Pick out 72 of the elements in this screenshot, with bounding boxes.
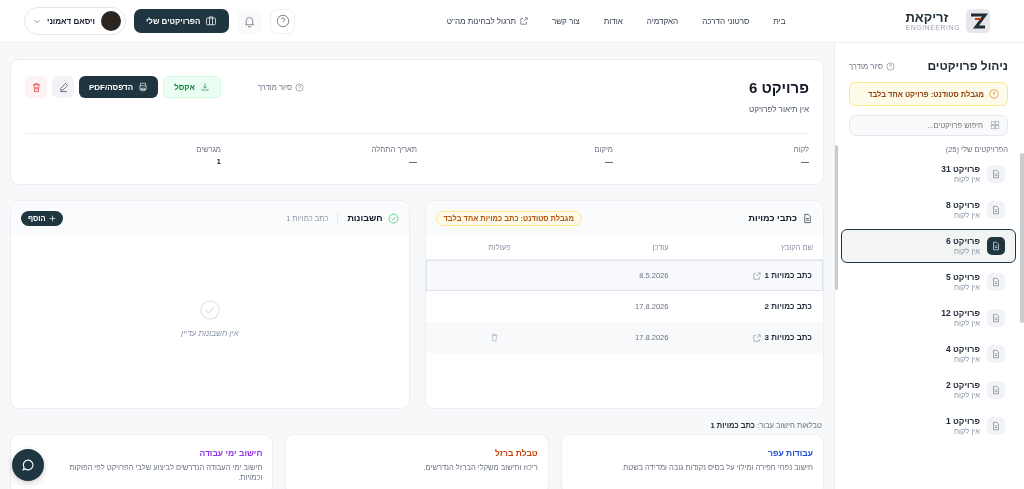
file-name[interactable]: כתב כמויות 1 [764,271,812,280]
user-menu[interactable]: ויסאם דאמוני [24,7,126,35]
check-circle-icon [387,212,399,224]
file-name[interactable]: כתב כמויות 2 [764,302,812,311]
panel-title: כתבי כמויות [748,213,797,223]
edit-button[interactable] [52,76,74,98]
document-icon [987,237,1005,255]
grid-icon [990,119,1000,130]
document-icon [987,417,1005,435]
document-icon [987,345,1005,363]
calc-card-title: טבלת ברזל [493,448,538,458]
external-link-icon [519,17,528,25]
project-title: פרויקט 6 [748,79,809,96]
my-projects-button[interactable]: הפרויקטים שלי [133,9,230,33]
briefcase-icon [205,15,218,27]
calc-card-title: עבודות עפר [767,448,813,458]
excel-button[interactable]: אקסל [163,76,221,98]
sidebar-title: ניהול פרויקטים [927,59,1008,73]
bell-icon [243,14,257,28]
field-value: — [800,157,809,166]
field-value: — [408,157,417,166]
document-icon [987,201,1005,219]
project-name: פרויקט 31 [941,164,980,174]
empty-message: אין חשבונות עדיין [180,329,239,338]
logo-icon[interactable] [966,9,990,33]
nav-link[interactable]: סרטוני הדרכה [702,16,750,26]
trash-icon [30,81,42,93]
file-name[interactable]: כתב כמויות 3 [764,333,812,342]
document-icon [987,309,1005,327]
nav-link[interactable]: אודות [603,16,623,26]
nav-link[interactable]: בית [773,16,786,26]
document-icon [802,212,813,224]
pencil-icon [57,81,69,93]
warning-icon [989,89,999,99]
scrollbar[interactable] [1020,153,1024,323]
project-name: פרויקט 6 [945,236,980,246]
nav-link[interactable]: האקדמיה [646,16,679,26]
document-icon [987,273,1005,291]
trash-icon[interactable] [489,333,499,342]
document-icon [987,381,1005,399]
logo-name[interactable]: זריקאת [905,11,949,24]
project-name: פרויקט 2 [945,380,980,390]
check-circle-icon [198,299,221,321]
project-name: פרויקט 8 [945,200,980,210]
project-name: פרויקט 5 [945,272,980,282]
download-icon [199,82,210,92]
project-name: פרויקט 4 [945,344,980,354]
avatar [100,11,121,31]
field-value: — [604,157,613,166]
calc-card-title: חישוב ימי עבודה [198,448,263,458]
delete-button[interactable] [25,76,47,98]
nav-link[interactable]: תרגול לבחינות מה"ט [446,16,528,26]
project-name: פרויקט 12 [941,308,980,318]
chevron-down-icon [33,17,41,25]
external-link-icon[interactable] [752,333,761,342]
project-name: פרויקט 1 [945,416,980,426]
print-button[interactable]: הדפסה/PDF [79,76,159,98]
field-value: 1 [215,157,221,166]
plus-icon [48,214,56,222]
help-icon [885,61,895,71]
scrollbar[interactable] [835,145,838,290]
chat-bubble-icon [21,458,35,472]
panel-title: חשבונות [347,213,383,223]
document-icon [987,165,1005,183]
nav-link[interactable]: צור קשר [551,16,580,26]
printer-icon [138,82,149,92]
external-link-icon[interactable] [752,271,761,280]
help-icon [275,14,290,28]
help-button[interactable] [270,8,296,34]
help-icon [294,82,304,92]
notifications-button[interactable] [237,8,263,34]
project-description: אין תיאור לפרויקט [748,105,809,114]
